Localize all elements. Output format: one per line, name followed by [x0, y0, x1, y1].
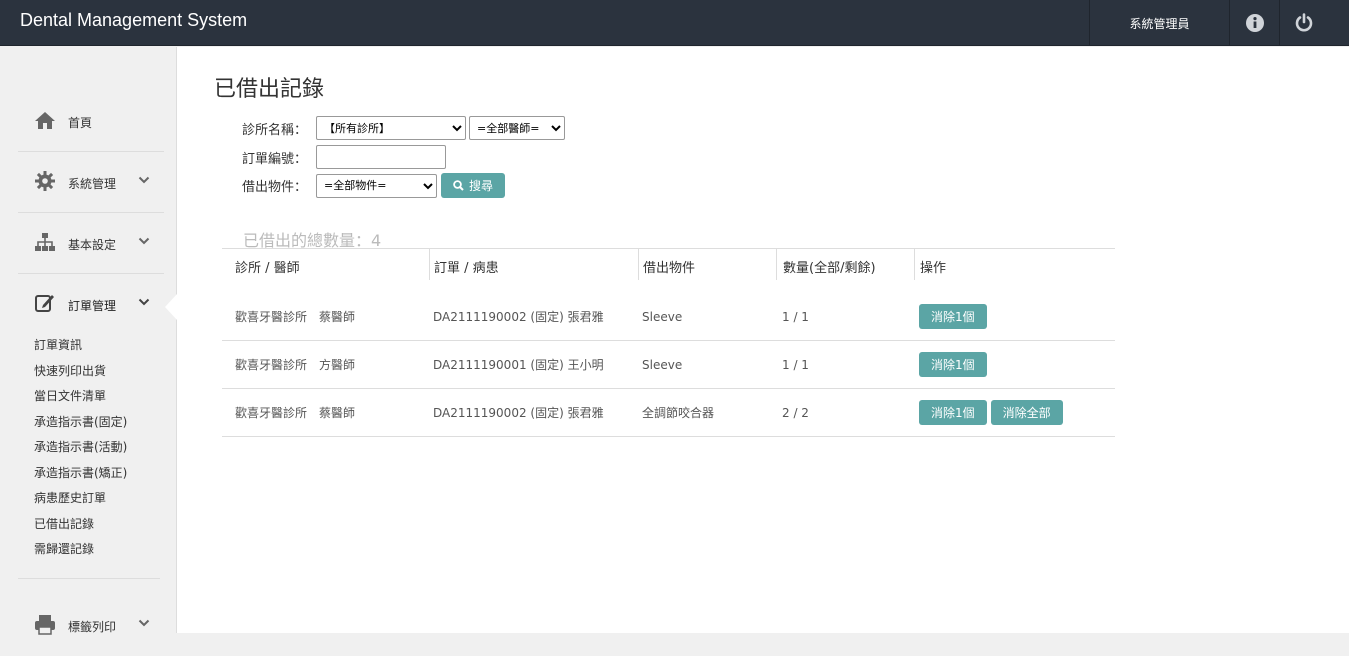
- header-actions: 操作: [914, 249, 1115, 280]
- cell-order: DA2111190002 (固定) 張君雅: [433, 406, 604, 420]
- sidebar-item-label: 基本設定: [68, 238, 117, 252]
- submenu-quick-print[interactable]: 快速列印出貨: [34, 359, 164, 385]
- cell-order: DA2111190002 (固定) 張君雅: [433, 310, 604, 324]
- cell-qty: 2 / 2: [782, 405, 809, 420]
- main-content: 已借出記錄 診所名稱： 【所有診所】 =全部醫師= 訂單編號： 借出物件： =全…: [177, 47, 1349, 633]
- header-clinic: 診所 / 醫師: [235, 261, 300, 276]
- top-bar: Dental Management System 系統管理員: [0, 0, 1349, 46]
- records-table: 診所 / 醫師 訂單 / 病患 借出物件 數量(全部/剩餘) 操作 歡喜牙醫診所…: [222, 248, 1115, 437]
- item-label: 借出物件：: [242, 180, 308, 195]
- sidebar-item-settings[interactable]: 基本設定: [18, 213, 164, 274]
- search-icon: [453, 180, 464, 191]
- table-row: 歡喜牙醫診所 蔡醫師 DA2111190002 (固定) 張君雅 Sleeve …: [222, 280, 1115, 341]
- submenu-instruction-ortho[interactable]: 承造指示書(矯正): [34, 461, 164, 487]
- chevron-down-icon: [138, 617, 150, 631]
- cell-clinic: 歡喜牙醫診所 方醫師: [235, 358, 356, 372]
- home-icon: [35, 112, 55, 129]
- chevron-down-icon: [138, 174, 150, 188]
- submenu-order-info[interactable]: 訂單資訊: [34, 333, 164, 359]
- cell-qty: 1 / 1: [782, 309, 809, 324]
- order-filter-row: 訂單編號：: [242, 145, 446, 169]
- submenu-daily-docs[interactable]: 當日文件清單: [34, 384, 164, 410]
- info-icon: [1245, 14, 1264, 32]
- user-menu[interactable]: 系統管理員: [1089, 0, 1229, 46]
- info-button[interactable]: [1229, 0, 1279, 46]
- header-item: 借出物件: [638, 249, 776, 280]
- order-label: 訂單編號：: [242, 151, 308, 167]
- cell-order: DA2111190001 (固定) 王小明: [433, 358, 604, 372]
- app-title: Dental Management System: [20, 10, 248, 30]
- gear-icon: [35, 171, 55, 191]
- clinic-filter-row: 診所名稱： 【所有診所】 =全部醫師=: [242, 116, 565, 140]
- cell-clinic: 歡喜牙醫診所 蔡醫師: [235, 406, 356, 420]
- search-label: 搜尋: [468, 179, 493, 193]
- cell-item: Sleeve: [642, 357, 683, 372]
- clinic-select[interactable]: 【所有診所】: [316, 116, 466, 140]
- sidebar-item-label: 系統管理: [68, 177, 117, 191]
- edit-icon: [35, 295, 54, 312]
- active-pointer: [165, 294, 177, 320]
- clinic-label: 診所名稱：: [242, 122, 308, 138]
- remove-all-button[interactable]: 消除全部: [990, 400, 1063, 425]
- submenu-return-records[interactable]: 需歸還記錄: [34, 537, 164, 563]
- cell-actions: 消除1個: [914, 352, 1115, 377]
- cell-qty: 1 / 1: [782, 357, 809, 372]
- sidebar-item-label-print[interactable]: 標籤列印: [18, 595, 164, 656]
- submenu-instruction-fixed[interactable]: 承造指示書(固定): [34, 410, 164, 436]
- sidebar-submenu: 訂單資訊 快速列印出貨 當日文件清單 承造指示書(固定) 承造指示書(活動) 承…: [34, 333, 164, 563]
- remove-one-button[interactable]: 消除1個: [919, 304, 987, 329]
- item-filter-row: 借出物件： =全部物件= 搜尋: [242, 173, 505, 198]
- header-qty: 數量(全部/剩餘): [776, 249, 914, 280]
- chevron-down-icon: [138, 235, 150, 249]
- sidebar-item-label: 首頁: [68, 116, 93, 130]
- doctor-select[interactable]: =全部醫師=: [469, 116, 565, 140]
- page-title: 已借出記錄: [214, 77, 325, 102]
- sidebar-item-home[interactable]: 首頁: [18, 91, 164, 152]
- cell-item: Sleeve: [642, 309, 683, 324]
- sitemap-icon: [35, 233, 55, 251]
- printer-icon: [35, 615, 55, 635]
- remove-one-button[interactable]: 消除1個: [919, 352, 987, 377]
- table-row: 歡喜牙醫診所 蔡醫師 DA2111190002 (固定) 張君雅 全調節咬合器 …: [222, 389, 1115, 437]
- header-order: 訂單 / 病患: [429, 249, 638, 280]
- logout-button[interactable]: [1279, 0, 1349, 46]
- cell-actions: 消除1個 消除全部: [914, 400, 1115, 425]
- chevron-down-icon: [138, 296, 150, 310]
- cell-actions: 消除1個: [914, 304, 1115, 329]
- item-select[interactable]: =全部物件=: [316, 173, 437, 198]
- search-button[interactable]: 搜尋: [441, 173, 505, 198]
- cell-item: 全調節咬合器: [642, 406, 715, 420]
- order-number-input[interactable]: [316, 145, 446, 169]
- submenu-instruction-removable[interactable]: 承造指示書(活動): [34, 435, 164, 461]
- table-row: 歡喜牙醫診所 方醫師 DA2111190001 (固定) 王小明 Sleeve …: [222, 341, 1115, 389]
- divider: [18, 578, 160, 579]
- sidebar-item-label: 訂單管理: [68, 299, 117, 313]
- remove-one-button[interactable]: 消除1個: [919, 400, 987, 425]
- cell-clinic: 歡喜牙醫診所 蔡醫師: [235, 310, 356, 324]
- submenu-lent-records[interactable]: 已借出記錄: [34, 512, 164, 538]
- submenu-patient-history[interactable]: 病患歷史訂單: [34, 486, 164, 512]
- sidebar-item-system[interactable]: 系統管理: [18, 152, 164, 213]
- sidebar: 首頁 系統管理 基本設定 訂單管理 訂單資訊 快速列印出貨 當日文件清單 承造指…: [0, 47, 177, 635]
- table-header: 診所 / 醫師 訂單 / 病患 借出物件 數量(全部/剩餘) 操作: [222, 248, 1115, 280]
- sidebar-item-label: 標籤列印: [68, 620, 117, 634]
- sidebar-item-orders[interactable]: 訂單管理: [18, 274, 164, 335]
- power-icon: [1295, 13, 1313, 32]
